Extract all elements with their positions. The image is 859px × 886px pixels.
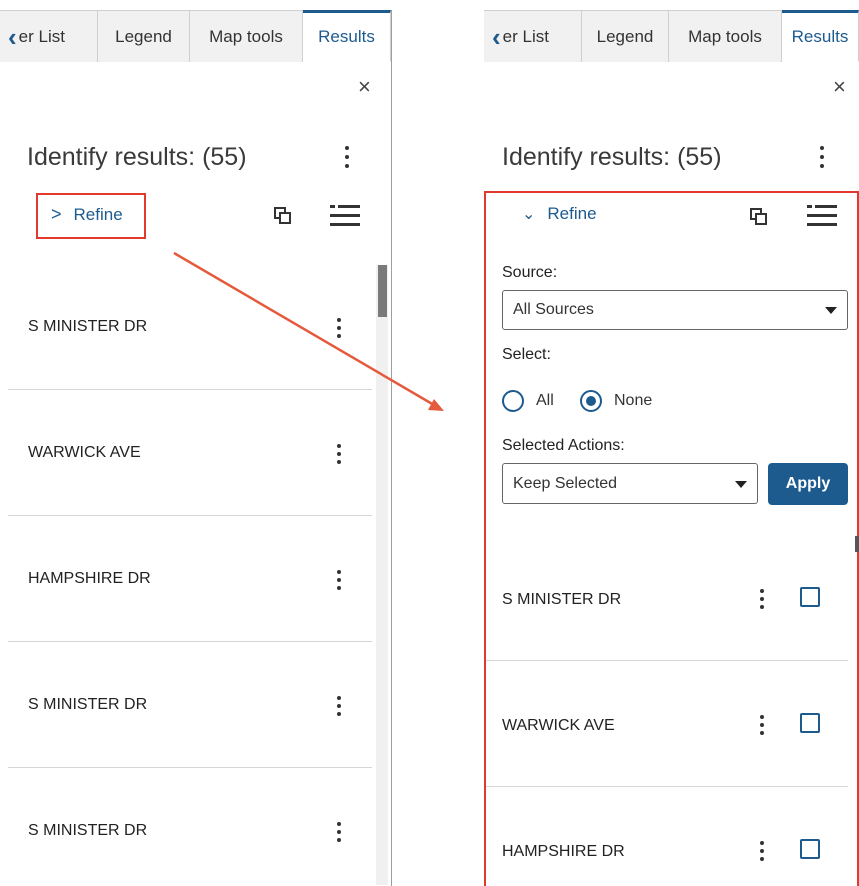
tab-map-tools[interactable]: Map tools <box>669 10 782 62</box>
list-item[interactable]: S MINISTER DR <box>486 535 848 661</box>
refine-label: Refine <box>547 204 597 223</box>
tab-bar: ‹ er List Legend Map tools Results <box>484 10 859 62</box>
select-checkbox[interactable] <box>800 839 820 859</box>
radio-label: All <box>536 392 554 409</box>
actions-select[interactable]: Keep Selected <box>502 463 758 504</box>
radio-label: None <box>614 392 653 409</box>
list-view-icon[interactable] <box>807 205 837 227</box>
close-icon[interactable]: × <box>833 74 846 100</box>
radio-circle-selected[interactable] <box>580 390 602 412</box>
more-options-icon[interactable] <box>759 589 765 613</box>
refine-toggle[interactable]: ⌄ Refine <box>522 204 597 224</box>
scrollbar-thumb[interactable] <box>855 536 859 552</box>
select-checkbox[interactable] <box>800 713 820 733</box>
list-item-label: S MINISTER DR <box>502 591 622 608</box>
source-select[interactable]: All Sources <box>502 290 848 330</box>
actions-select-value: Keep Selected <box>513 474 618 492</box>
more-options-icon[interactable] <box>819 146 825 173</box>
source-select-value: All Sources <box>513 301 594 318</box>
caret-down-icon <box>825 307 837 314</box>
page-title: Identify results: (55) <box>502 143 722 171</box>
list-item-label: HAMPSHIRE DR <box>502 843 625 860</box>
radio-all[interactable]: All <box>502 390 554 412</box>
tab-legend[interactable]: Legend <box>582 10 669 62</box>
tab-label: Results <box>791 27 849 46</box>
more-options-icon[interactable] <box>759 715 765 739</box>
apply-button[interactable]: Apply <box>768 463 848 505</box>
radio-none[interactable]: None <box>580 390 652 412</box>
tab-label: Map tools <box>688 26 762 46</box>
results-panel-expanded: ‹ er List Legend Map tools Results × Ide… <box>484 0 859 886</box>
selected-actions-label: Selected Actions: <box>502 437 625 454</box>
tab-layer-list[interactable]: ‹ er List <box>484 10 582 62</box>
list-item-label: WARWICK AVE <box>502 717 615 734</box>
select-checkbox[interactable] <box>800 587 820 607</box>
select-label: Select: <box>502 346 551 363</box>
radio-circle[interactable] <box>502 390 524 412</box>
chevron-down-icon: ⌄ <box>522 206 536 223</box>
more-options-icon[interactable] <box>759 841 765 865</box>
tab-results[interactable]: Results <box>782 10 859 62</box>
list-item[interactable]: WARWICK AVE <box>486 661 848 787</box>
layers-icon[interactable] <box>750 208 768 226</box>
list-item[interactable]: HAMPSHIRE DR <box>486 787 848 886</box>
source-label: Source: <box>502 264 558 281</box>
caret-down-icon <box>735 480 747 488</box>
chevron-left-icon[interactable]: ‹ <box>492 24 501 50</box>
tab-label: Legend <box>596 26 654 46</box>
tab-label: er List <box>502 26 549 46</box>
